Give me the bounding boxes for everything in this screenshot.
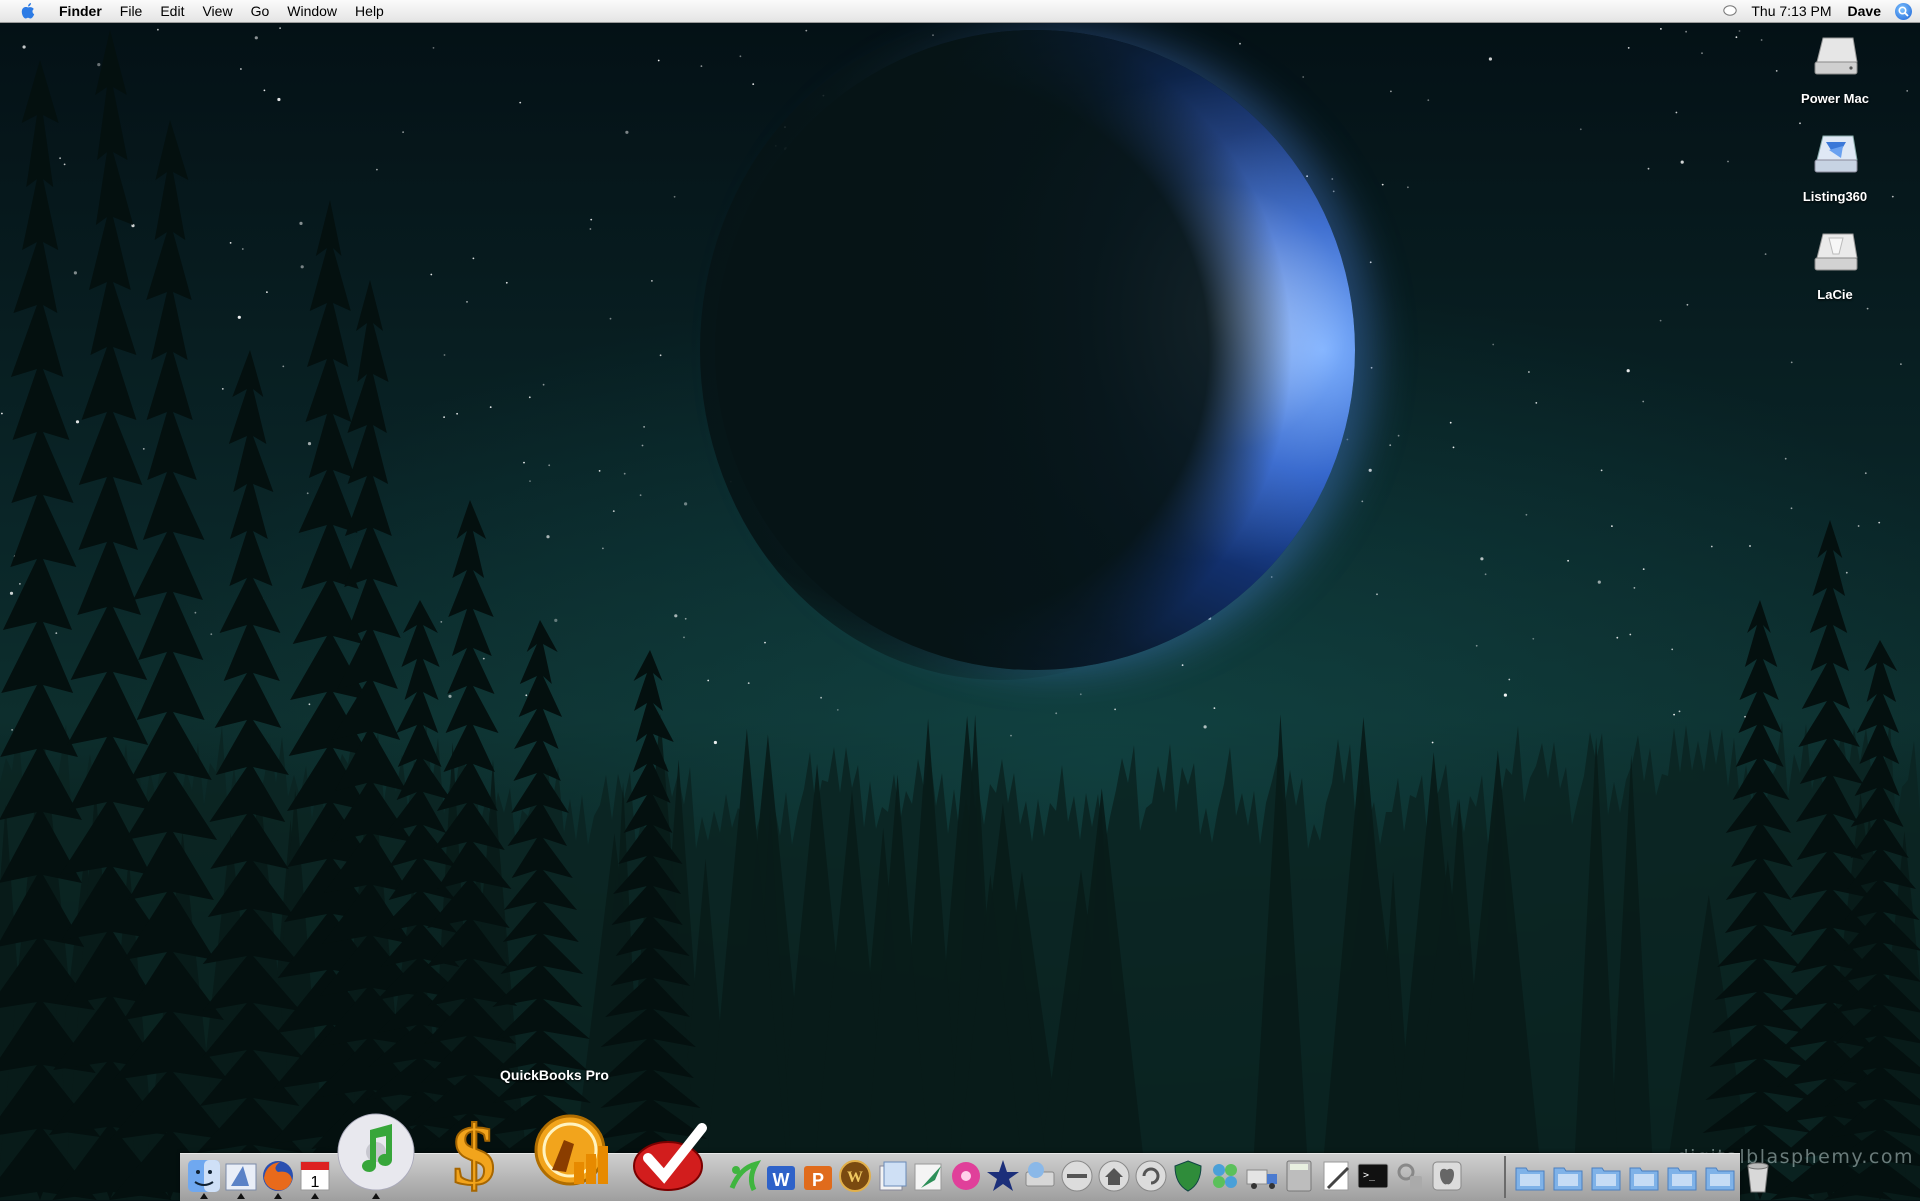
menu-window[interactable]: Window [278,0,346,22]
dock-flower-icon[interactable] [948,1158,984,1194]
menu-user[interactable]: Dave [1840,0,1889,22]
hard-drive-icon [1814,37,1858,75]
dock-stack-folder-icon[interactable] [1588,1158,1624,1194]
dock-firefox-icon[interactable] [260,1158,296,1194]
apple-menu-icon[interactable] [20,2,36,20]
desktop-icon-lacie[interactable]: LaCie [1780,228,1890,302]
dock-shield-icon[interactable] [1170,1158,1206,1194]
running-indicator [274,1193,282,1199]
dock-stack-applications-icon[interactable] [1664,1158,1700,1194]
dock-itunes-icon[interactable] [334,1110,418,1194]
dock-xsan-icon[interactable] [726,1158,762,1194]
dock-terminal-icon[interactable]: >_ [1355,1158,1391,1194]
dock-dollar-icon[interactable]: $ [432,1110,516,1194]
desktop-icon-label: LaCie [1817,287,1853,302]
dock-ical-icon[interactable]: 1 [297,1158,333,1194]
svg-text:$: $ [453,1110,496,1194]
dock-apple-icon[interactable] [1429,1158,1465,1194]
svg-text:1: 1 [311,1174,320,1191]
desktop-icon-label: Listing360 [1802,189,1868,204]
dock-mail-icon[interactable] [223,1158,259,1194]
dock-textedit-icon[interactable] [1318,1158,1354,1194]
disk-image-icon [1814,135,1858,173]
dock-stack-cubes-icon[interactable] [1702,1158,1738,1194]
menu-go[interactable]: Go [242,0,279,22]
dock-sync-icon[interactable] [1133,1158,1169,1194]
dock-finder-icon[interactable] [186,1158,222,1194]
spotlight-icon[interactable] [1895,2,1912,20]
menu-help[interactable]: Help [346,0,393,22]
desktop-icon-listing360[interactable]: Listing360 [1780,130,1890,204]
desktop[interactable]: digitalblasphemy.com [0,0,1920,1200]
dock-calculator-icon[interactable] [1281,1158,1317,1194]
menu-view[interactable]: View [193,0,241,22]
dock-separator [1504,1156,1506,1198]
svg-text:W: W [847,1169,863,1186]
desktop-icon-power-mac[interactable]: Power Mac [1780,32,1890,106]
dock-star-icon[interactable] [985,1158,1021,1194]
dock-quill-icon[interactable] [911,1158,947,1194]
running-indicator [372,1193,380,1199]
menu-bar: Finder File Edit View Go Window Help Thu… [0,0,1920,23]
dock-warcraft-icon[interactable]: W [837,1158,873,1194]
dock-puzzle-icon[interactable] [1207,1158,1243,1194]
menu-finder[interactable]: Finder [50,0,111,22]
dock-home-icon[interactable] [1096,1158,1132,1194]
dock-keychain-icon[interactable] [1392,1158,1428,1194]
dock-powerpoint-icon[interactable]: P [800,1158,836,1194]
dock-truck-icon[interactable] [1244,1158,1280,1194]
chat-status-icon[interactable] [1723,5,1738,17]
running-indicator [200,1193,208,1199]
external-drive-icon [1814,233,1858,271]
dock-word-icon[interactable]: W [763,1158,799,1194]
svg-text:>_: >_ [1363,1170,1376,1181]
dock-disk-utility-icon[interactable] [1022,1158,1058,1194]
dock-preview-icon[interactable] [874,1158,910,1194]
dock-stack-downloads-icon[interactable] [1626,1158,1662,1194]
desktop-icon-label: Power Mac [1801,91,1869,106]
dock-checkmark-icon[interactable] [628,1110,712,1194]
dock-stack-documents-icon[interactable] [1550,1158,1586,1194]
dock-quickbooks-icon[interactable] [530,1110,614,1194]
svg-text:P: P [812,1170,824,1190]
menu-edit[interactable]: Edit [151,0,193,22]
svg-text:W: W [773,1170,790,1190]
dock-stack-system-icon[interactable] [1512,1158,1548,1194]
menu-clock[interactable]: Thu 7:13 PM [1743,0,1839,22]
dock-trash-icon[interactable] [1740,1158,1776,1194]
running-indicator [237,1193,245,1199]
forest-silhouette [0,30,1920,1200]
dock-hover-label: QuickBooks Pro [500,1067,609,1083]
menu-file[interactable]: File [111,0,152,22]
running-indicator [311,1193,319,1199]
dock-minus-icon[interactable] [1059,1158,1095,1194]
